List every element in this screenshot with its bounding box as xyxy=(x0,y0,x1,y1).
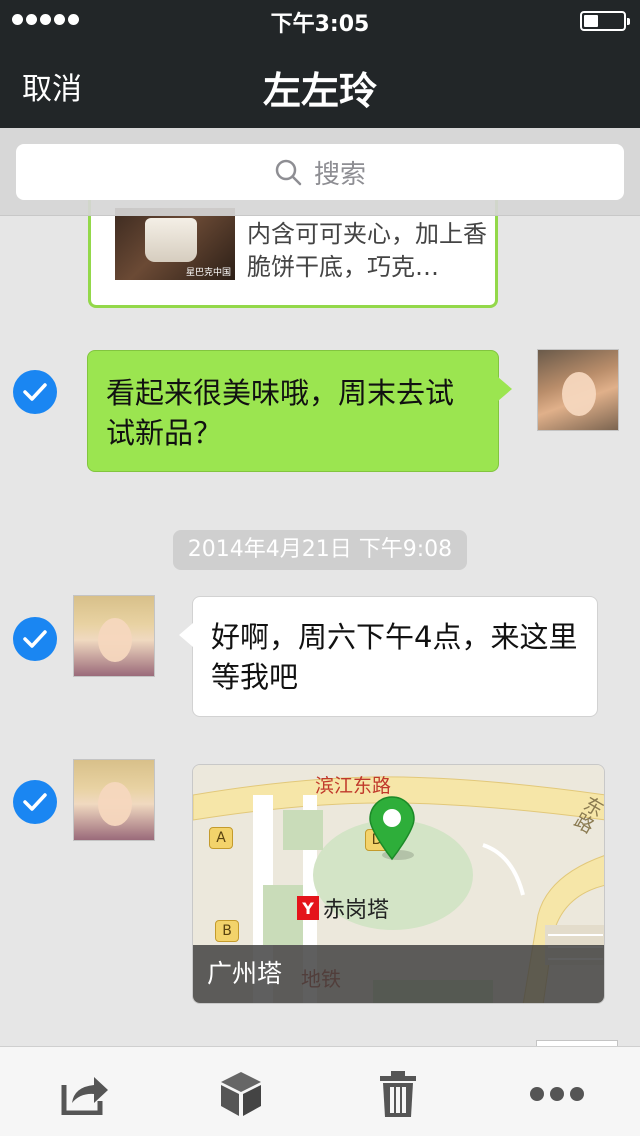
metro-icon: Y xyxy=(297,896,319,920)
cake-image xyxy=(145,218,197,262)
article-thumbnail: 星巴克中国 xyxy=(115,208,235,280)
contact-avatar[interactable] xyxy=(73,759,155,841)
more-button[interactable] xyxy=(528,1067,586,1121)
message-select-checkbox[interactable] xyxy=(13,370,57,414)
search-input[interactable]: 搜索 xyxy=(16,144,624,200)
message-select-checkbox[interactable] xyxy=(13,780,57,824)
navigation-bar: 取消 左左玲 xyxy=(0,40,640,128)
road-label: 滨江东路 xyxy=(315,775,392,797)
share-icon xyxy=(61,1077,108,1115)
checkmark-icon xyxy=(23,630,47,648)
sent-message-bubble[interactable]: 看起来很美味哦，周末去试试新品？ xyxy=(87,350,512,472)
delete-button[interactable] xyxy=(371,1067,425,1121)
status-bar: 下午3:05 xyxy=(0,0,640,40)
metro-exit-marker: B xyxy=(215,920,239,942)
checkmark-icon xyxy=(23,793,47,811)
received-message-text: 好啊，周六下午4点，来这里等我吧 xyxy=(211,620,578,694)
cube-icon xyxy=(221,1072,261,1116)
share-button[interactable] xyxy=(58,1067,112,1121)
sent-message-text: 看起来很美味哦，周末去试试新品？ xyxy=(106,376,455,450)
favorite-button[interactable] xyxy=(214,1067,268,1121)
article-description: 内含可可夹心，加上香脆饼干底，巧克… xyxy=(247,220,487,281)
search-placeholder: 搜索 xyxy=(313,159,366,190)
metro-station: Y 赤岗塔 xyxy=(297,892,389,924)
status-time: 下午3:05 xyxy=(270,12,370,37)
battery-icon xyxy=(580,11,630,31)
chat-title: 左左玲 xyxy=(262,69,377,113)
message-select-checkbox[interactable] xyxy=(13,617,57,661)
search-icon xyxy=(275,159,302,186)
location-message-map[interactable]: 滨江东路 东路 A B D Y 赤岗塔 地铁 广州塔 xyxy=(192,764,605,1004)
more-icon xyxy=(530,1087,584,1101)
location-pin-icon xyxy=(369,796,415,861)
received-message-bubble[interactable]: 好啊，周六下午4点，来这里等我吧 xyxy=(179,596,598,717)
metro-exit-marker: A xyxy=(209,827,233,849)
contact-avatar[interactable] xyxy=(73,595,155,677)
location-name: 广州塔 xyxy=(193,945,604,1003)
my-avatar[interactable] xyxy=(537,349,619,431)
article-source: 星巴克中国 xyxy=(185,268,231,278)
chat-history[interactable]: 搜索 星巴克中国 内含可可夹心，加上香脆饼干底，巧克… 看起来很美味哦，周末去试… xyxy=(0,128,640,1046)
bottom-toolbar xyxy=(0,1046,640,1136)
search-bar: 搜索 xyxy=(0,128,640,216)
station-label: 赤岗塔 xyxy=(323,898,390,923)
message-timestamp: 2014年4月21日 下午9:08 xyxy=(173,530,467,570)
checkmark-icon xyxy=(23,383,47,401)
trash-icon xyxy=(380,1071,416,1117)
